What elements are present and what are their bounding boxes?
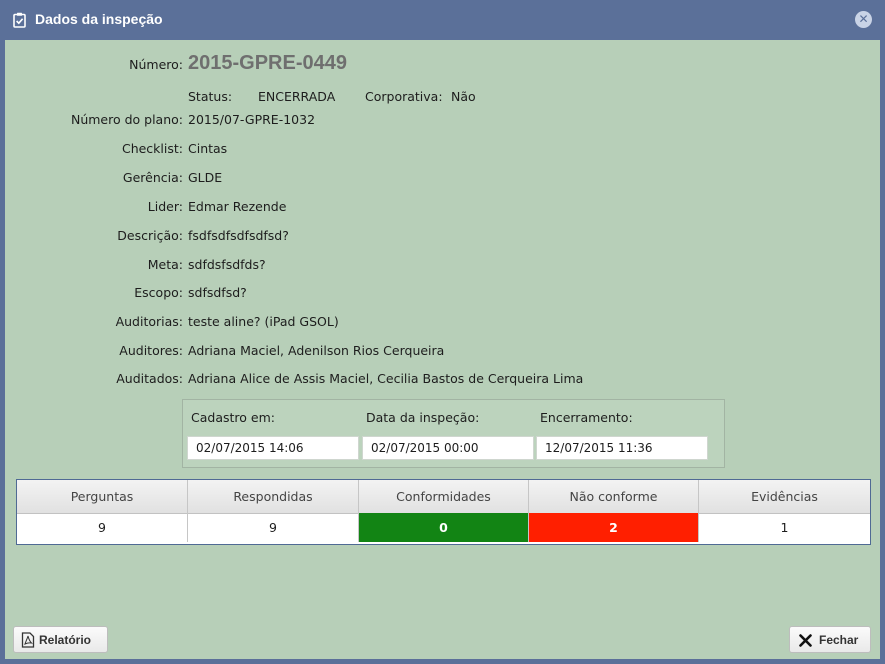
conformidades-value[interactable]: 0 bbox=[359, 513, 529, 542]
meta-label: Meta: bbox=[147, 257, 183, 272]
evidencias-header: Evidências bbox=[751, 489, 818, 504]
cadastro-label: Cadastro em: bbox=[191, 410, 275, 425]
corporativa-label: Corporativa: bbox=[365, 89, 443, 104]
respondidas-value: 9 bbox=[188, 513, 359, 542]
cadastro-field[interactable]: 02/07/2015 14:06 bbox=[187, 436, 359, 460]
gerencia-value: GLDE bbox=[188, 170, 223, 185]
close-circle-icon[interactable]: ✕ bbox=[855, 11, 872, 28]
gerencia-label: Gerência: bbox=[122, 170, 183, 185]
auditorias-value: teste aline? (iPad GSOL) bbox=[188, 314, 339, 329]
inspection-dialog: Dados da inspeção ✕ Número: 2015-GPRE-04… bbox=[0, 0, 885, 664]
plano-value: 2015/07-GPRE-1032 bbox=[188, 112, 316, 127]
clipboard-check-icon bbox=[13, 12, 26, 28]
descricao-label: Descrição: bbox=[117, 228, 183, 243]
respondidas-header: Respondidas bbox=[188, 480, 359, 513]
auditores-value: Adriana Maciel, Adenilson Rios Cerqueira bbox=[188, 343, 445, 358]
stats-table: Perguntas Respondidas Conformidades Não … bbox=[16, 479, 871, 545]
inspecao-label: Data da inspeção: bbox=[366, 410, 480, 425]
lider-value: Edmar Rezende bbox=[188, 199, 287, 214]
pdf-icon bbox=[21, 632, 35, 648]
encerramento-field[interactable]: 12/07/2015 11:36 bbox=[536, 436, 708, 460]
conformidades-header: Conformidades bbox=[359, 480, 529, 513]
encerramento-label: Encerramento: bbox=[540, 410, 633, 425]
status-label: Status: bbox=[188, 89, 233, 104]
nao-conforme-value[interactable]: 2 bbox=[529, 513, 699, 542]
auditorias-label: Auditorias: bbox=[115, 314, 183, 329]
dates-panel: Cadastro em: 02/07/2015 14:06 Data da in… bbox=[182, 399, 725, 468]
auditores-label: Auditores: bbox=[119, 343, 183, 358]
nao-conforme-header: Não conforme bbox=[529, 480, 699, 513]
perguntas-value: 9 bbox=[17, 513, 188, 542]
auditados-label: Auditados: bbox=[116, 371, 183, 386]
inspecao-field[interactable]: 02/07/2015 00:00 bbox=[362, 436, 534, 460]
evidencias-value[interactable]: 1 bbox=[699, 513, 870, 542]
auditados-value: Adriana Alice de Assis Maciel, Cecilia B… bbox=[188, 371, 584, 386]
descricao-value: fsdfsdfsdfsdfsd? bbox=[188, 228, 289, 243]
x-icon bbox=[799, 634, 812, 647]
escopo-value: sdfsdfsd? bbox=[188, 285, 247, 300]
corporativa-value: Não bbox=[451, 89, 476, 104]
perguntas-header: Perguntas bbox=[17, 480, 188, 513]
fechar-button[interactable]: Fechar bbox=[789, 626, 871, 653]
escopo-label: Escopo: bbox=[134, 285, 183, 300]
checklist-label: Checklist: bbox=[121, 141, 183, 156]
plano-label: Número do plano: bbox=[70, 112, 183, 127]
relatorio-label: Relatório bbox=[39, 633, 92, 647]
stats-header-row: Perguntas Respondidas Conformidades Não … bbox=[17, 480, 870, 514]
numero-label: Número: bbox=[129, 57, 183, 72]
dialog-title: Dados da inspeção bbox=[35, 11, 163, 27]
dialog-titlebar[interactable]: Dados da inspeção ✕ bbox=[5, 0, 880, 40]
numero-value: 2015-GPRE-0449 bbox=[188, 52, 347, 74]
meta-value: sdfdsfsdfds? bbox=[188, 257, 266, 272]
checklist-value: Cintas bbox=[188, 141, 228, 156]
fechar-label: Fechar bbox=[819, 633, 859, 647]
status-value: ENCERRADA bbox=[258, 89, 336, 104]
lider-label: Lider: bbox=[147, 199, 183, 214]
relatorio-button[interactable]: Relatório bbox=[13, 626, 108, 653]
